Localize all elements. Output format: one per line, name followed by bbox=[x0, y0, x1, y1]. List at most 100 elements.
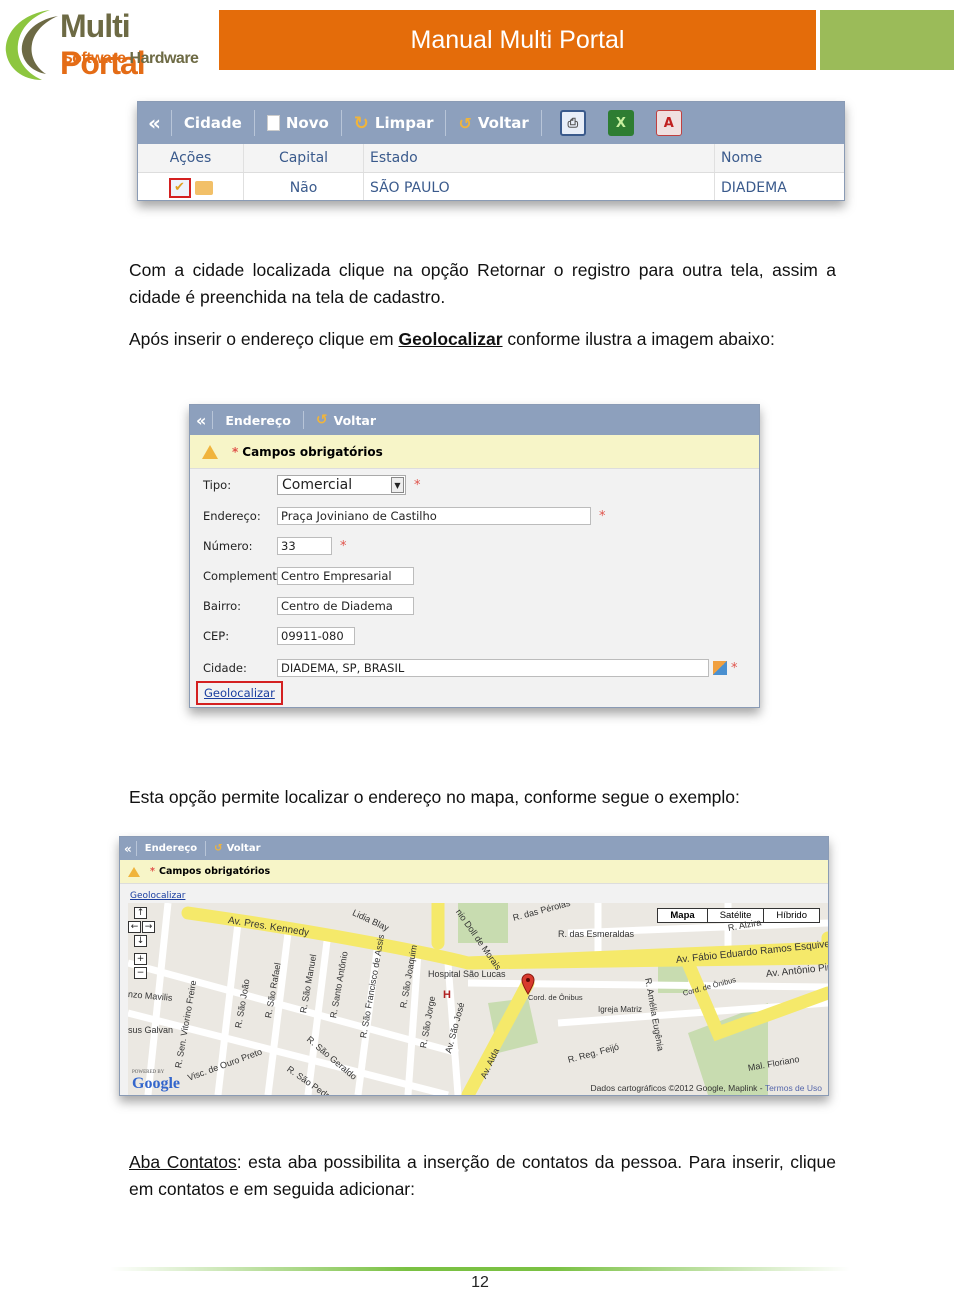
hospital-label: Hospital São Lucas bbox=[428, 969, 506, 979]
required-asterisk: * bbox=[232, 444, 239, 459]
endereco-toolbar: « Endereço ↺ Voltar bbox=[120, 837, 828, 860]
text: conforme ilustra a imagem abaixo: bbox=[502, 329, 775, 349]
table-row[interactable]: ✔ Não SÃO PAULO DIADEMA bbox=[138, 173, 844, 200]
print-icon[interactable]: ⎙ bbox=[559, 110, 586, 136]
map-attribution: Dados cartográficos ©2012 Google, Maplin… bbox=[591, 1083, 822, 1093]
col-nome[interactable]: Nome bbox=[715, 144, 844, 172]
cell-estado: SÃO PAULO bbox=[364, 173, 715, 200]
voltar-button[interactable]: ↺ Voltar bbox=[446, 114, 540, 133]
endereco-title: Endereço bbox=[213, 413, 303, 428]
required-asterisk: * bbox=[599, 508, 606, 524]
required-asterisk: * bbox=[731, 660, 738, 676]
cidade-input[interactable]: DIADEMA, SP, BRASIL bbox=[277, 659, 709, 677]
back-arrow-icon: ↺ bbox=[214, 843, 223, 854]
required-fields-warning: * Campos obrigatórios bbox=[190, 435, 759, 469]
cep-row: CEP: 09911-080 bbox=[190, 627, 355, 645]
terms-link[interactable]: Termos de Uso bbox=[765, 1083, 822, 1093]
pdf-icon[interactable]: A bbox=[655, 110, 682, 136]
text: Após inserir o endereço clique em bbox=[129, 329, 399, 349]
row-actions: ✔ bbox=[138, 173, 244, 200]
cep-input[interactable]: 09911-080 bbox=[277, 627, 355, 645]
tipo-row: Tipo: Comercial ▼ * bbox=[190, 475, 421, 495]
voltar-button[interactable]: ↺ Voltar bbox=[206, 843, 268, 854]
map-type-hibrido[interactable]: Híbrido bbox=[764, 909, 819, 922]
excel-icon[interactable]: X bbox=[607, 110, 634, 136]
back-arrow-icon: ↺ bbox=[315, 412, 328, 428]
voltar-label: Voltar bbox=[226, 843, 261, 854]
google-map[interactable]: ↑ ← → ↓ + − Mapa Satélite Híbrido Av. Pr… bbox=[128, 903, 828, 1095]
aba-contatos-emphasis: Aba Contatos bbox=[129, 1152, 237, 1172]
numero-input[interactable]: 33 bbox=[277, 537, 332, 555]
back-arrow-icon: ↺ bbox=[458, 113, 472, 133]
geolocalizar-link[interactable]: Geolocalizar bbox=[196, 681, 283, 705]
logo-text-software: Software bbox=[62, 50, 126, 67]
cidade-grid-screenshot: « Cidade Novo ↻ Limpar ↺ Voltar ⎙ X A Aç… bbox=[137, 101, 845, 201]
multiportal-logo: Multi Portal Software Hardware bbox=[2, 2, 212, 82]
location-pin-icon[interactable] bbox=[521, 973, 535, 995]
hospital-icon: H bbox=[443, 989, 451, 1001]
logo-text-multi: Multi bbox=[60, 8, 131, 44]
collapse-icon[interactable]: « bbox=[120, 842, 136, 856]
zoom-out-button[interactable]: − bbox=[134, 967, 147, 979]
cidade-row: Cidade: DIADEMA, SP, BRASIL * bbox=[190, 659, 738, 677]
col-capital[interactable]: Capital bbox=[244, 144, 364, 172]
endereco-input[interactable]: Praça Joviniano de Castilho bbox=[277, 507, 591, 525]
geolocalizar-link[interactable]: Geolocalizar bbox=[130, 891, 185, 901]
refresh-icon: ↻ bbox=[353, 112, 369, 134]
limpar-button[interactable]: ↻ Limpar bbox=[342, 113, 446, 134]
complemento-label: Complemento: bbox=[203, 569, 288, 583]
endereco-row: Endereço: Praça Joviniano de Castilho * bbox=[190, 507, 606, 525]
select-record-button[interactable]: ✔ bbox=[168, 177, 191, 198]
street-label: Cord. de Ônibus bbox=[528, 993, 583, 1002]
pan-up-button[interactable]: ↑ bbox=[134, 907, 147, 919]
zoom-in-button[interactable]: + bbox=[134, 953, 147, 965]
required-asterisk: * bbox=[340, 538, 347, 554]
logo-swoosh-icon bbox=[5, 10, 58, 80]
pan-left-button[interactable]: ← bbox=[128, 921, 141, 933]
endereco-label: Endereço: bbox=[203, 509, 261, 523]
endereco-toolbar: « Endereço ↺ Voltar bbox=[190, 405, 759, 435]
voltar-button[interactable]: ↺ Voltar bbox=[304, 412, 388, 428]
cell-nome: DIADEMA bbox=[721, 179, 787, 196]
header-accent-block bbox=[820, 10, 954, 70]
bairro-row: Bairro: Centro de Diadema bbox=[190, 597, 414, 615]
paragraph-retornar: Com a cidade localizada clique na opção … bbox=[129, 260, 836, 307]
pan-down-button[interactable]: ↓ bbox=[134, 935, 147, 947]
attribution-text: Dados cartográficos ©2012 Google, Maplin… bbox=[590, 1083, 765, 1093]
document-header-title: Manual Multi Portal bbox=[219, 10, 816, 70]
map-screenshot: « Endereço ↺ Voltar * Campos obrigatório… bbox=[119, 836, 829, 1096]
street-label: R. das Esmeraldas bbox=[558, 929, 635, 939]
collapse-icon[interactable]: « bbox=[190, 411, 212, 430]
collapse-icon[interactable]: « bbox=[138, 111, 171, 135]
complemento-row: Complemento: Centro Empresarial bbox=[190, 567, 414, 585]
cell-capital: Não bbox=[244, 173, 364, 200]
checkmark-icon: ✔ bbox=[174, 180, 185, 195]
grid-header: Ações Capital Estado Nome bbox=[138, 144, 844, 173]
warning-icon bbox=[202, 444, 218, 459]
open-folder-icon[interactable] bbox=[194, 180, 213, 195]
tipo-select[interactable]: Comercial ▼ bbox=[277, 475, 406, 495]
bairro-label: Bairro: bbox=[203, 599, 242, 613]
new-document-icon bbox=[266, 115, 280, 131]
cidade-toolbar: « Cidade Novo ↻ Limpar ↺ Voltar ⎙ X A bbox=[138, 102, 844, 144]
cep-label: CEP: bbox=[203, 629, 230, 643]
church-label: Igreja Matriz bbox=[598, 1005, 643, 1014]
warning-text: Campos obrigatórios bbox=[158, 866, 271, 877]
google-logo: POWERED BY Google bbox=[132, 1070, 180, 1093]
bairro-input[interactable]: Centro de Diadema bbox=[277, 597, 414, 615]
city-search-icon[interactable] bbox=[713, 661, 727, 675]
pan-right-button[interactable]: → bbox=[142, 921, 155, 933]
endereco-title: Endereço bbox=[137, 843, 205, 854]
complemento-input[interactable]: Centro Empresarial bbox=[277, 567, 414, 585]
cidade-title-text: Cidade bbox=[183, 114, 242, 132]
novo-button[interactable]: Novo bbox=[255, 114, 341, 132]
col-acoes[interactable]: Ações bbox=[138, 144, 244, 172]
voltar-label: Voltar bbox=[477, 114, 529, 132]
tipo-label: Tipo: bbox=[203, 478, 232, 492]
map-type-mapa[interactable]: Mapa bbox=[658, 909, 708, 922]
chevron-down-icon[interactable]: ▼ bbox=[391, 477, 404, 493]
endereco-form-screenshot: « Endereço ↺ Voltar * Campos obrigatório… bbox=[189, 404, 760, 708]
tipo-value: Comercial bbox=[282, 477, 353, 493]
paragraph-contatos: Aba Contatos: esta aba possibilita a ins… bbox=[129, 1149, 836, 1203]
col-estado[interactable]: Estado bbox=[364, 144, 715, 172]
